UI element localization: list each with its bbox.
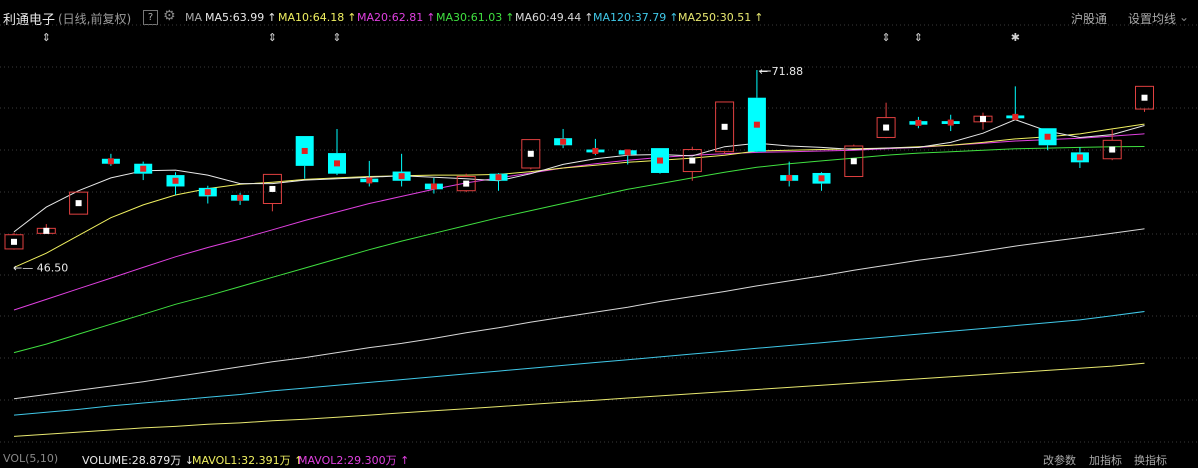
add-indicator-button[interactable]: 加指标 bbox=[1089, 452, 1122, 468]
candle-dot bbox=[1109, 146, 1116, 153]
candle-dot bbox=[850, 158, 857, 165]
candle bbox=[295, 136, 314, 179]
candle-dot bbox=[11, 238, 17, 245]
candlestick-chart[interactable]: ⇕ ⇕ ⇕ ⇕ ⇕ ✱ ← 71.88 ←— 46.50 bbox=[0, 0, 1198, 452]
event-markers: ⇕ ⇕ ⇕ ⇕ ⇕ ✱ bbox=[42, 31, 1020, 44]
candle bbox=[101, 153, 120, 166]
volume-value: VOLUME:28.879万 ↓ bbox=[82, 454, 194, 467]
candle bbox=[392, 153, 411, 187]
candle bbox=[780, 161, 799, 187]
candle-dot bbox=[75, 200, 82, 207]
candle-dot bbox=[560, 138, 567, 145]
candle-dot bbox=[1012, 113, 1019, 120]
ma-lines bbox=[13, 119, 1145, 437]
candle-dot bbox=[689, 157, 696, 164]
candle-dot bbox=[107, 158, 114, 165]
event-marker-icon: ⇕ bbox=[914, 31, 923, 44]
candle bbox=[973, 112, 993, 130]
candle bbox=[554, 128, 573, 149]
candle bbox=[456, 173, 476, 193]
candle-dot bbox=[947, 119, 954, 126]
candle bbox=[1038, 128, 1057, 151]
event-marker-icon: ⇕ bbox=[42, 31, 51, 44]
event-marker-icon: ⇕ bbox=[268, 31, 277, 44]
candle-dot bbox=[1076, 154, 1083, 161]
candle-dot bbox=[1044, 133, 1051, 140]
switch-indicator-button[interactable]: 换指标 bbox=[1134, 452, 1167, 468]
candle-dot bbox=[915, 119, 922, 126]
candle bbox=[489, 172, 508, 191]
ma120-line bbox=[13, 311, 1145, 416]
candle-dot bbox=[366, 177, 373, 184]
candle bbox=[1006, 86, 1025, 120]
candle-dot bbox=[883, 124, 890, 131]
candle bbox=[166, 172, 185, 195]
candle bbox=[1102, 129, 1122, 161]
candle-dot bbox=[204, 189, 211, 196]
candle-dot bbox=[237, 194, 244, 201]
candle-dot bbox=[334, 160, 340, 167]
candle bbox=[262, 173, 282, 212]
ma20-line bbox=[13, 133, 1145, 311]
candle-dot bbox=[624, 149, 631, 156]
candle bbox=[360, 160, 379, 187]
volume-header: VOL(5,10) VOLUME:28.879万 ↓ MAVOL1:32.391… bbox=[0, 452, 1198, 467]
candle bbox=[36, 224, 56, 234]
candle-dot bbox=[786, 174, 793, 181]
candle bbox=[586, 138, 605, 156]
candle bbox=[941, 114, 960, 132]
candle-dot bbox=[140, 165, 147, 172]
candle-dot bbox=[818, 175, 825, 182]
mavol2-value: MAVOL2:29.300万 ↑ bbox=[298, 454, 410, 467]
candle bbox=[651, 148, 669, 174]
candle bbox=[747, 70, 766, 153]
event-marker-icon: ✱ bbox=[1011, 31, 1020, 44]
change-params-button[interactable]: 改参数 bbox=[1043, 452, 1076, 468]
event-marker-icon: ⇕ bbox=[332, 31, 341, 44]
candle bbox=[69, 191, 89, 215]
ma10-line bbox=[13, 123, 1145, 268]
candle-dot bbox=[398, 173, 405, 180]
mavol1-value: MAVOL1:32.391万 ↑ bbox=[192, 454, 304, 467]
candle bbox=[909, 116, 928, 129]
candle-dot bbox=[495, 174, 502, 181]
candle bbox=[1070, 147, 1089, 168]
candles bbox=[4, 70, 1154, 250]
candle-dot bbox=[172, 177, 179, 184]
candle bbox=[4, 232, 24, 250]
candle-dot bbox=[1141, 94, 1148, 101]
candle-dot bbox=[721, 123, 728, 130]
candle-dot bbox=[592, 147, 599, 154]
candle bbox=[134, 161, 153, 181]
candle bbox=[521, 139, 541, 170]
candle-dot bbox=[430, 183, 437, 190]
candle-dot bbox=[301, 147, 308, 154]
candle bbox=[682, 146, 702, 181]
candle-dot bbox=[753, 121, 760, 128]
candle bbox=[328, 128, 346, 176]
grid-lines bbox=[0, 24, 1198, 443]
candle bbox=[198, 185, 217, 204]
candle bbox=[424, 177, 443, 194]
vol-label[interactable]: VOL(5,10) bbox=[3, 452, 58, 465]
candle-dot bbox=[463, 180, 470, 187]
candle-dot bbox=[527, 150, 534, 157]
candle-dot bbox=[980, 116, 986, 123]
candle-dot bbox=[657, 157, 663, 164]
candle-dot bbox=[43, 227, 50, 234]
candle-dot bbox=[269, 185, 276, 192]
high-price-label: ← 71.88 bbox=[759, 65, 803, 78]
event-marker-icon: ⇕ bbox=[881, 31, 890, 44]
price-labels: ← 71.88 ←— 46.50 bbox=[13, 65, 803, 275]
low-price-label: ←— 46.50 bbox=[13, 262, 68, 275]
candle bbox=[812, 172, 831, 191]
candle bbox=[231, 192, 250, 205]
